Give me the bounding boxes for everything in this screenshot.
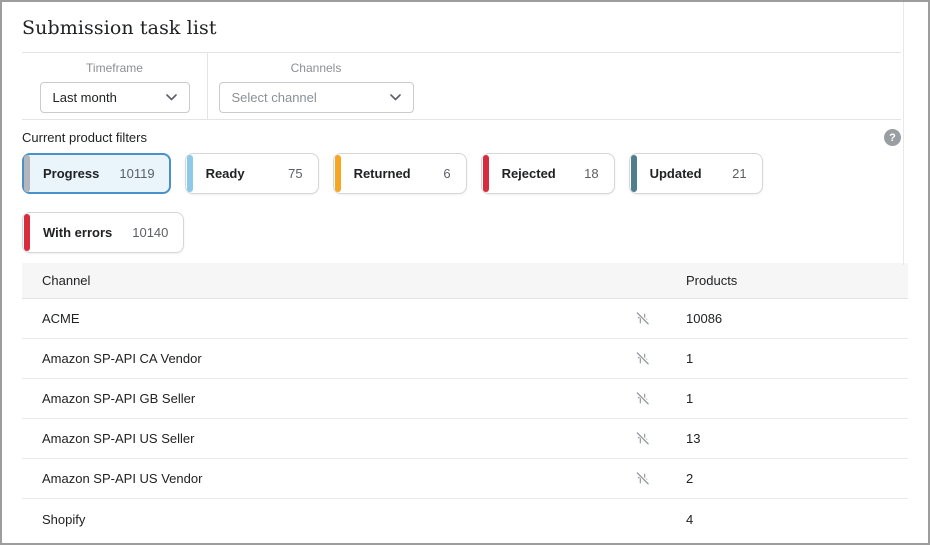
- products-count: 10086: [666, 311, 908, 326]
- help-icon[interactable]: ?: [884, 129, 901, 146]
- table-header: Channel Products: [22, 263, 908, 299]
- sync-disabled-icon: [635, 391, 650, 406]
- sync-disabled-icon: [635, 311, 650, 326]
- status-filter-chip-ready[interactable]: Ready 75: [185, 153, 319, 194]
- sync-disabled-icon: [635, 351, 650, 366]
- products-count: 4: [666, 512, 908, 527]
- table-row: Amazon SP-API US Vendor 2: [22, 459, 908, 499]
- table-row: ACME 10086: [22, 299, 908, 339]
- submission-task-list-page: Submission task list Timeframe Last mont…: [0, 0, 930, 545]
- chip-count: 10119: [119, 166, 154, 181]
- timeframe-value: Last month: [53, 90, 117, 105]
- chip-count: 6: [443, 166, 450, 181]
- products-count: 2: [666, 471, 908, 486]
- channels-placeholder: Select channel: [232, 90, 317, 105]
- panel-edge-line: [903, 2, 904, 265]
- channels-select[interactable]: Select channel: [219, 82, 414, 113]
- channel-name: Shopify: [22, 512, 632, 527]
- products-count: 1: [666, 351, 908, 366]
- channel-name: Amazon SP-API US Seller: [22, 431, 632, 446]
- channel-name: Amazon SP-API CA Vendor: [22, 351, 632, 366]
- chip-count: 21: [732, 166, 746, 181]
- chip-label: Ready: [206, 166, 245, 181]
- chip-count: 75: [288, 166, 302, 181]
- chevron-down-icon: [166, 94, 177, 101]
- status-accent-bar: [335, 155, 341, 192]
- status-filter-chip-returned[interactable]: Returned 6: [333, 153, 467, 194]
- chip-count: 18: [584, 166, 598, 181]
- channels-label: Channels: [291, 61, 342, 75]
- column-header-channel: Channel: [22, 273, 632, 288]
- timeframe-group: Timeframe Last month: [22, 53, 207, 119]
- timeframe-select[interactable]: Last month: [40, 82, 190, 113]
- table-row: Amazon SP-API US Seller 13: [22, 419, 908, 459]
- status-accent-bar: [631, 155, 637, 192]
- product-filters-label: Current product filters: [22, 130, 147, 145]
- status-accent-bar: [187, 155, 193, 192]
- table-row: Amazon SP-API CA Vendor 1: [22, 339, 908, 379]
- channels-table: Channel Products ACME 10086 Amazon SP-AP…: [22, 263, 908, 539]
- product-filters-header: Current product filters ?: [22, 129, 901, 146]
- timeframe-label: Timeframe: [86, 61, 143, 75]
- channels-group: Channels Select channel: [208, 53, 424, 119]
- status-accent-bar: [24, 155, 30, 192]
- status-accent-bar: [483, 155, 489, 192]
- table-row: Shopify 4: [22, 499, 908, 539]
- chevron-down-icon: [390, 94, 401, 101]
- products-count: 1: [666, 391, 908, 406]
- chip-count: 10140: [132, 225, 168, 240]
- divider: [22, 119, 901, 120]
- channel-name: ACME: [22, 311, 632, 326]
- column-header-products: Products: [666, 273, 908, 288]
- status-filter-chip-progress[interactable]: Progress 10119: [22, 153, 171, 194]
- sync-disabled-icon: [635, 471, 650, 486]
- status-filter-chip-updated[interactable]: Updated 21: [629, 153, 763, 194]
- status-accent-bar: [24, 214, 30, 251]
- chip-label: With errors: [43, 225, 112, 240]
- channel-name: Amazon SP-API US Vendor: [22, 471, 632, 486]
- chip-label: Returned: [354, 166, 411, 181]
- products-count: 13: [666, 431, 908, 446]
- filter-chips: Progress 10119 Ready 75 Returned 6 Rejec…: [22, 153, 908, 253]
- filter-bar: Timeframe Last month Channels Select cha…: [22, 53, 908, 119]
- page-title: Submission task list: [22, 2, 908, 52]
- sync-disabled-icon: [635, 431, 650, 446]
- chip-label: Rejected: [502, 166, 556, 181]
- status-filter-chip-with-errors[interactable]: With errors 10140: [22, 212, 184, 253]
- status-filter-chip-rejected[interactable]: Rejected 18: [481, 153, 615, 194]
- channel-name: Amazon SP-API GB Seller: [22, 391, 632, 406]
- table-row: Amazon SP-API GB Seller 1: [22, 379, 908, 419]
- chip-label: Updated: [650, 166, 702, 181]
- chip-label: Progress: [43, 166, 99, 181]
